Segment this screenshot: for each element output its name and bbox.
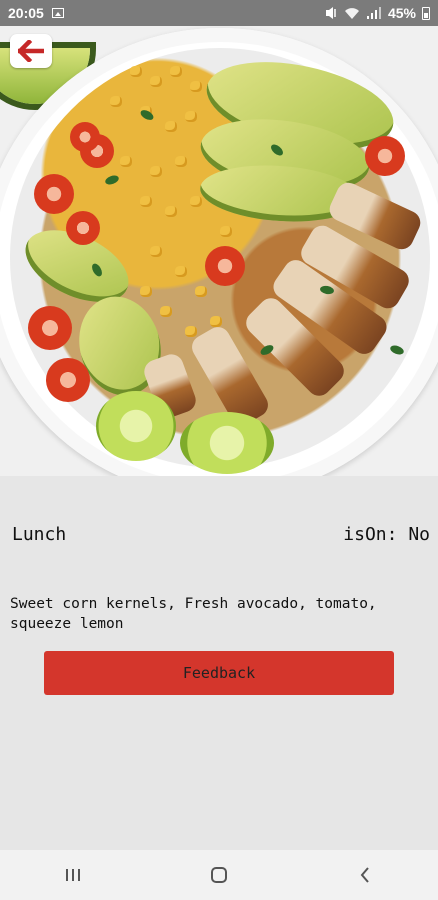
battery-percent: 45% <box>387 5 416 21</box>
corn-kernel <box>120 156 132 167</box>
corn-kernel <box>150 76 162 87</box>
corn-kernel <box>110 96 122 107</box>
status-bar: 20:05 45% <box>0 0 438 26</box>
tomato-half <box>365 136 405 176</box>
tomato-half <box>70 122 100 152</box>
lime-wedge <box>180 412 274 474</box>
gallery-icon <box>51 8 64 18</box>
tomato-half <box>28 306 72 350</box>
system-nav-bar <box>0 850 438 900</box>
corn-kernel <box>140 286 152 297</box>
arrow-left-icon <box>18 40 44 62</box>
nav-back-button[interactable] <box>335 855 395 895</box>
corn-kernel <box>170 66 182 77</box>
corn-kernel <box>210 316 222 327</box>
battery-icon <box>422 6 430 20</box>
meal-title: Lunch <box>12 524 67 545</box>
wifi-icon <box>344 8 359 19</box>
ingredients-text: Sweet corn kernels, Fresh avocado, tomat… <box>10 596 377 632</box>
status-icons: 45% <box>324 5 430 21</box>
recents-button[interactable] <box>43 855 103 895</box>
tomato-half <box>34 174 74 214</box>
corn-kernel <box>165 206 177 217</box>
recipe-details: Lunch isOn: No Sweet corn kernels, Fresh… <box>0 476 438 850</box>
corn-kernel <box>175 266 187 277</box>
chevron-left-icon <box>360 867 369 883</box>
home-icon <box>211 867 227 883</box>
home-button[interactable] <box>189 855 249 895</box>
status-time: 20:05 <box>8 5 44 21</box>
corn-kernel <box>150 246 162 257</box>
corn-kernel <box>220 226 232 237</box>
corn-kernel <box>130 66 142 77</box>
corn-kernel <box>185 111 197 122</box>
corn-kernel <box>190 196 202 207</box>
tomato-half <box>66 211 100 245</box>
corn-kernel <box>165 121 177 132</box>
meal-row: Lunch isOn: No <box>12 524 430 545</box>
corn-kernel <box>190 81 202 92</box>
corn-kernel <box>150 166 162 177</box>
tomato-half <box>46 358 90 402</box>
corn-kernel <box>195 286 207 297</box>
corn-kernel <box>175 156 187 167</box>
feedback-button[interactable]: Feedback <box>44 651 394 695</box>
corn-kernel <box>140 196 152 207</box>
recents-icon <box>66 869 80 881</box>
mute-icon <box>325 7 336 19</box>
back-button[interactable] <box>10 34 52 68</box>
is-on-status: isOn: No <box>343 524 430 545</box>
tomato-half <box>205 246 245 286</box>
corn-kernel <box>185 326 197 337</box>
corn-kernel <box>160 306 172 317</box>
lime-wedge <box>96 391 176 461</box>
signal-icon <box>366 7 381 19</box>
recipe-image <box>0 26 438 476</box>
